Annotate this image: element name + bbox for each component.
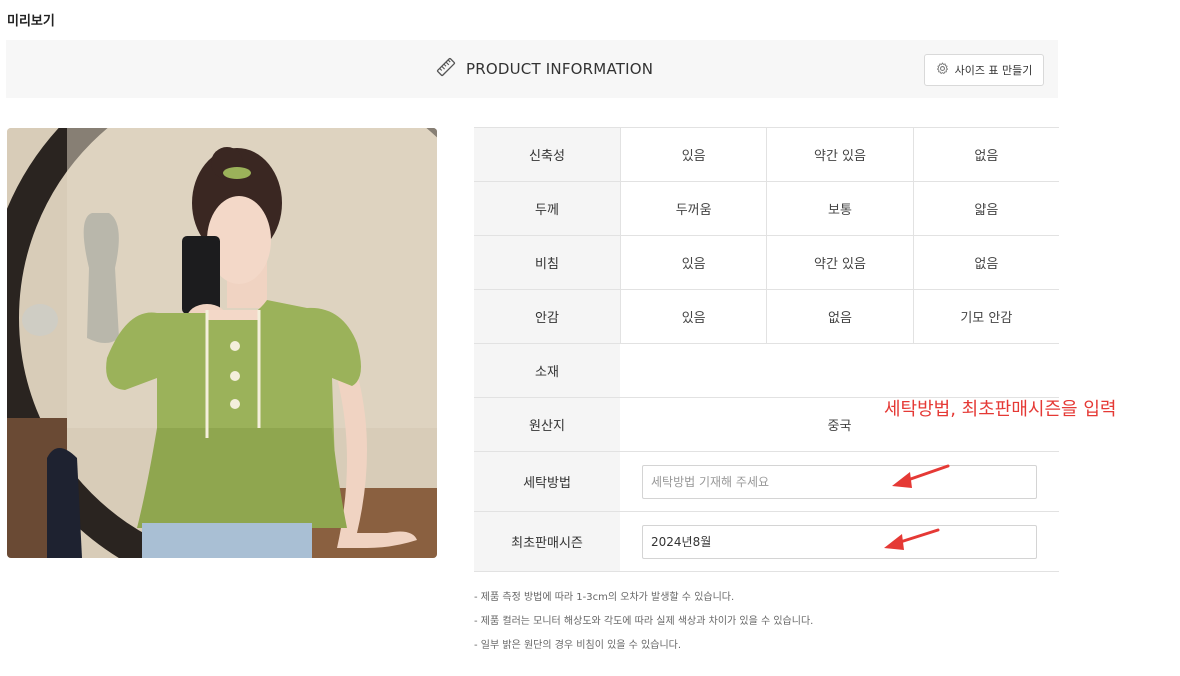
preview-title: 미리보기: [7, 14, 55, 29]
table-row-thickness: 두께 두꺼움 보통 얇음: [474, 181, 1059, 235]
row-label: 세탁방법: [474, 452, 620, 511]
first-sale-season-input[interactable]: [642, 524, 1037, 559]
washing-method-input[interactable]: [642, 464, 1037, 499]
annotation-text: 세탁방법, 최초판매시즌을 입력: [884, 399, 1117, 420]
arrow-icon: [884, 528, 940, 550]
option-cell[interactable]: 약간 있음: [766, 236, 912, 289]
option-cell[interactable]: 없음: [912, 236, 1059, 289]
row-label: 신축성: [474, 128, 620, 181]
ruler-icon: [436, 57, 456, 81]
option-cell[interactable]: 약간 있음: [766, 128, 912, 181]
product-info-header: PRODUCT INFORMATION 사이즈 표 만들기: [6, 40, 1058, 98]
row-label: 비침: [474, 236, 620, 289]
header-title: PRODUCT INFORMATION: [466, 60, 654, 78]
notes: - 제품 측정 방법에 따라 1-3cm의 오차가 발생할 수 있습니다. - …: [474, 586, 813, 658]
first-sale-input-wrap: [620, 512, 1059, 571]
row-label: 안감: [474, 290, 620, 343]
option-cell[interactable]: 두꺼움: [620, 182, 766, 235]
option-cell[interactable]: 없음: [912, 128, 1059, 181]
washing-input-wrap: [620, 452, 1059, 511]
option-cell[interactable]: 얇음: [912, 182, 1059, 235]
arrow-icon: [892, 464, 950, 488]
note-item: - 일부 밝은 원단의 경우 비침이 있을 수 있습니다.: [474, 640, 682, 651]
option-cell[interactable]: 있음: [620, 128, 766, 181]
header-title-group: PRODUCT INFORMATION: [436, 40, 653, 98]
option-cell[interactable]: 있음: [620, 290, 766, 343]
row-label: 소재: [474, 344, 620, 397]
option-cell[interactable]: 기모 안감: [912, 290, 1059, 343]
product-info-table: 신축성 있음 약간 있음 없음 두께 두꺼움 보통 얇음 비침 있음 약간 있음…: [474, 127, 1059, 572]
row-label: 최초판매시즌: [474, 512, 620, 571]
table-row-lining: 안감 있음 없음 기모 안감: [474, 289, 1059, 343]
table-row-washing: 세탁방법: [474, 451, 1059, 511]
option-cell[interactable]: 있음: [620, 236, 766, 289]
size-table-button-label: 사이즈 표 만들기: [954, 64, 1033, 77]
table-row-transparency: 비침 있음 약간 있음 없음: [474, 235, 1059, 289]
note-item: - 제품 측정 방법에 따라 1-3cm의 오차가 발생할 수 있습니다.: [474, 592, 735, 603]
note-item: - 제품 컬러는 모니터 해상도와 각도에 따라 실제 색상과 차이가 있을 수…: [474, 616, 814, 627]
material-value: [620, 344, 1059, 397]
option-cell[interactable]: 없음: [766, 290, 912, 343]
product-photo: [7, 128, 437, 558]
size-table-button[interactable]: 사이즈 표 만들기: [924, 54, 1044, 86]
row-label: 원산지: [474, 398, 620, 451]
table-row-material: 소재: [474, 343, 1059, 397]
row-label: 두께: [474, 182, 620, 235]
table-row-first-sale-season: 최초판매시즌: [474, 511, 1059, 572]
option-cell[interactable]: 보통: [766, 182, 912, 235]
gear-icon: [936, 62, 949, 78]
table-row-elasticity: 신축성 있음 약간 있음 없음: [474, 127, 1059, 181]
